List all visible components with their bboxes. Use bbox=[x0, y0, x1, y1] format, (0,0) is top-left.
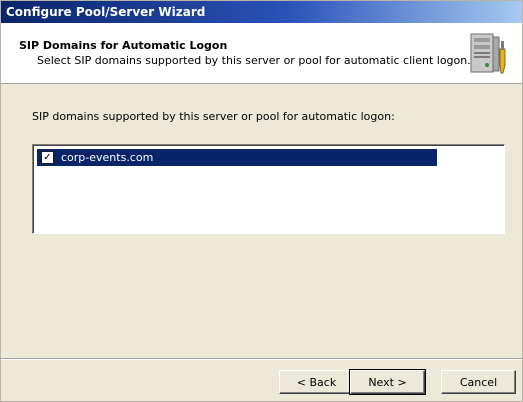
page-title: SIP Domains for Automatic Logon bbox=[19, 39, 228, 52]
page-subtitle: Select SIP domains supported by this ser… bbox=[37, 54, 471, 67]
list-item-domain[interactable]: ✓ corp-events.com bbox=[37, 149, 437, 166]
domain-checkbox[interactable]: ✓ bbox=[41, 151, 54, 164]
cancel-button[interactable]: Cancel bbox=[441, 370, 516, 394]
window-title: Configure Pool/Server Wizard bbox=[6, 5, 206, 19]
window-titlebar[interactable]: Configure Pool/Server Wizard bbox=[1, 1, 522, 23]
footer-divider bbox=[1, 358, 522, 360]
wizard-header: SIP Domains for Automatic Logon Select S… bbox=[1, 23, 522, 84]
wizard-window: Configure Pool/Server Wizard SIP Domains… bbox=[0, 0, 523, 402]
next-button[interactable]: Next > bbox=[349, 369, 426, 395]
back-button[interactable]: < Back bbox=[279, 370, 354, 394]
domains-label: SIP domains supported by this server or … bbox=[32, 110, 395, 123]
domain-label: corp-events.com bbox=[61, 151, 154, 164]
server-tools-icon bbox=[467, 29, 509, 77]
sip-domains-listbox[interactable]: ✓ corp-events.com bbox=[32, 144, 505, 234]
